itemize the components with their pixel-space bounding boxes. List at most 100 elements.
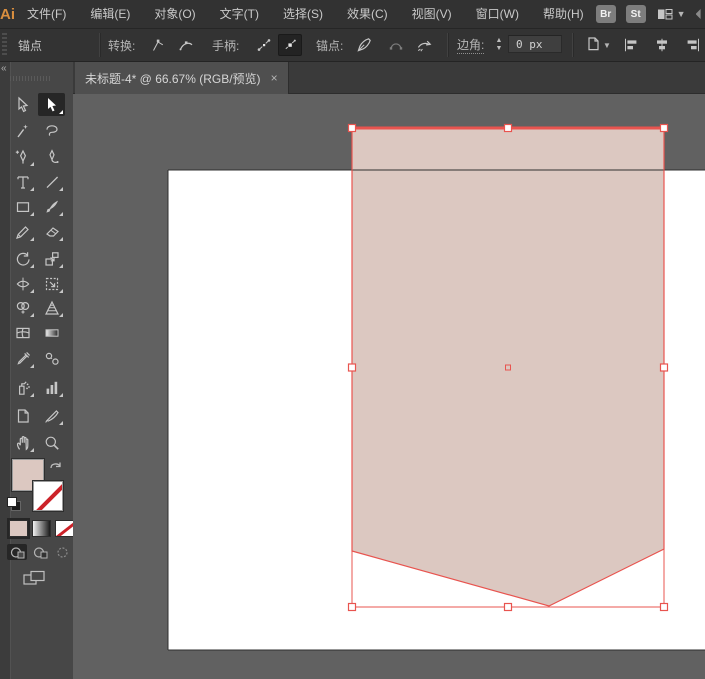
hand-tool[interactable]	[9, 431, 36, 454]
gradient-tool[interactable]	[38, 321, 65, 344]
control-bar: 锚点 转换: 手柄: 锚点: 边角: ▲ ▼ 0 px ▼	[0, 29, 705, 62]
blend-tool[interactable]	[38, 347, 65, 370]
artboard-tool[interactable]	[9, 404, 36, 427]
clipped-control	[695, 9, 701, 19]
workspace-layout-icon	[657, 9, 673, 20]
document-tab-title: 未标题-4* @ 66.67% (RGB/预览)	[85, 71, 261, 86]
pencil-tool[interactable]	[9, 220, 36, 243]
eraser-tool[interactable]	[38, 220, 65, 243]
menu-item-0[interactable]: 文件(F)	[15, 0, 78, 28]
menu-item-6[interactable]: 视图(V)	[400, 0, 464, 28]
chevron-down-icon: ▼	[603, 40, 611, 50]
menu-items: 文件(F) 编辑(E) 对象(O) 文字(T) 选择(S) 效果(C) 视图(V) 窗口(W)…	[15, 0, 596, 28]
separator	[447, 33, 449, 57]
selection-handle[interactable]	[659, 602, 669, 612]
magic-wand-tool[interactable]	[9, 119, 36, 142]
illustrator-window: { "menu_bar": { "logo": "Ai", "items": […	[0, 0, 705, 679]
align-left-button[interactable]	[619, 34, 643, 56]
selection-handle[interactable]	[659, 363, 669, 372]
selection-tool[interactable]	[9, 93, 36, 116]
menu-item-8[interactable]: 帮助(H)	[531, 0, 596, 28]
swap-fill-stroke-icon[interactable]	[49, 459, 63, 477]
selection-handle[interactable]	[659, 123, 669, 133]
paint-color-button[interactable]	[7, 518, 30, 539]
connect-anchors-button[interactable]	[384, 34, 408, 56]
symbol-sprayer-tool[interactable]	[9, 376, 36, 399]
pen-tool[interactable]	[9, 145, 36, 168]
perspective-grid-tool[interactable]	[38, 296, 65, 319]
free-transform-tool[interactable]	[38, 272, 65, 295]
separator	[572, 33, 574, 57]
menu-item-2[interactable]: 对象(O)	[142, 0, 207, 28]
selection-handle[interactable]	[503, 602, 513, 612]
mesh-tool[interactable]	[9, 321, 36, 344]
bridge-button[interactable]: Br	[595, 5, 616, 23]
selection-handle[interactable]	[347, 363, 357, 372]
paint-gradient-button[interactable]	[32, 520, 51, 537]
lasso-tool[interactable]	[38, 119, 65, 142]
corner-radius-stepper[interactable]: ▲ ▼	[494, 36, 504, 54]
draw-behind-button[interactable]	[30, 544, 50, 560]
scale-tool[interactable]	[38, 247, 65, 270]
eyedropper-tool[interactable]	[9, 347, 36, 370]
stroke-color-swatch[interactable]	[32, 480, 64, 512]
document-tab-bar: 未标题-4* @ 66.67% (RGB/预览) ×	[73, 62, 705, 94]
style-button[interactable]: St	[625, 5, 646, 23]
menu-bar: Ai 文件(F) 编辑(E) 对象(O) 文字(T) 选择(S) 效果(C) 视图(V) 窗口…	[0, 0, 705, 29]
close-tab-icon[interactable]: ×	[271, 71, 278, 85]
banner-shape[interactable]	[351, 127, 665, 607]
change-screen-mode-button[interactable]	[22, 569, 48, 592]
align-center-button[interactable]	[650, 34, 674, 56]
paintbrush-tool[interactable]	[38, 195, 65, 218]
rotate-tool[interactable]	[9, 247, 36, 270]
corner-radius-input[interactable]: 0 px	[508, 35, 562, 53]
line-segment-tool[interactable]	[38, 170, 65, 193]
slice-tool[interactable]	[38, 404, 65, 427]
canvas-pasteboard[interactable]	[73, 94, 705, 679]
convert-to-corner-button[interactable]	[146, 34, 170, 56]
anchors-label: 锚点:	[316, 38, 344, 53]
type-tool[interactable]	[9, 170, 36, 193]
shape-builder-tool[interactable]	[9, 296, 36, 319]
selection-handle[interactable]	[347, 602, 357, 612]
collapse-panel-button[interactable]: «	[1, 63, 7, 74]
rectangle-tool[interactable]	[9, 195, 36, 218]
anchor-panel-label: 锚点	[18, 38, 43, 53]
menu-bar-right: Br St ▼	[595, 5, 705, 23]
menu-item-7[interactable]: 窗口(W)	[464, 0, 531, 28]
convert-to-smooth-button[interactable]	[174, 34, 198, 56]
align-to-selection-dropdown[interactable]: ▼	[581, 34, 615, 56]
convert-label: 转换:	[108, 38, 136, 53]
cut-path-button[interactable]	[412, 34, 436, 56]
selection-handle[interactable]	[347, 123, 357, 133]
chevron-down-icon: ▼	[676, 9, 686, 19]
width-tool[interactable]	[9, 272, 36, 295]
selection-handle[interactable]	[503, 123, 513, 133]
menu-item-1[interactable]: 编辑(E)	[78, 0, 142, 28]
handles-label: 手柄:	[212, 38, 240, 53]
curvature-tool[interactable]	[38, 145, 65, 168]
paint-none-button[interactable]	[55, 520, 74, 537]
canvas-svg	[167, 123, 705, 651]
hide-handles-button[interactable]	[278, 34, 302, 56]
menu-item-4[interactable]: 选择(S)	[271, 0, 335, 28]
document-tab[interactable]: 未标题-4* @ 66.67% (RGB/预览) ×	[75, 62, 289, 94]
menu-item-5[interactable]: 效果(C)	[335, 0, 400, 28]
menu-item-3[interactable]: 文字(T)	[208, 0, 271, 28]
direct-selection-tool[interactable]	[38, 93, 65, 116]
illustrator-logo: Ai	[0, 5, 15, 23]
show-handles-button[interactable]	[252, 34, 276, 56]
document-icon	[585, 35, 603, 56]
column-graph-tool[interactable]	[38, 376, 65, 399]
draw-normal-button[interactable]	[7, 544, 27, 560]
workspace-switcher[interactable]: ▼	[656, 5, 686, 23]
separator	[99, 33, 101, 57]
remove-anchor-button[interactable]	[352, 34, 376, 56]
default-fill-stroke-icon[interactable]	[7, 497, 21, 511]
corner-label[interactable]: 边角:	[457, 36, 485, 54]
zoom-tool[interactable]	[38, 431, 65, 454]
align-right-button[interactable]	[681, 34, 705, 56]
tool-panel-grip[interactable]	[10, 76, 52, 81]
panel-grip[interactable]	[2, 33, 7, 57]
draw-inside-button[interactable]	[52, 544, 72, 560]
